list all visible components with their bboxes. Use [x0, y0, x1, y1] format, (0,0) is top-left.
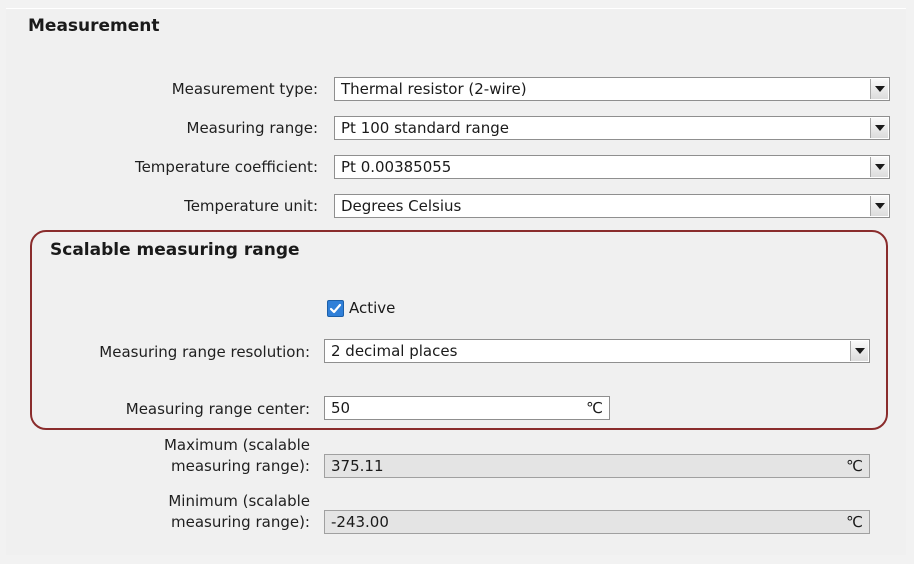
scalable-range-title: Scalable measuring range [50, 240, 300, 260]
temperature-coefficient-label: Temperature coefficient: [134, 158, 318, 176]
temperature-unit-dropdown[interactable]: Degrees Celsius [334, 194, 890, 218]
measuring-range-resolution-value: 2 decimal places [331, 342, 458, 360]
section-title: Measurement [28, 16, 160, 36]
measuring-range-resolution-label: Measuring range resolution: [99, 343, 310, 361]
measuring-range-center-input[interactable]: 50 ℃ [324, 396, 610, 420]
temperature-unit-value: Degrees Celsius [341, 197, 462, 215]
chevron-down-icon [875, 125, 885, 131]
chevron-down-icon [875, 203, 885, 209]
measuring-range-dropdown-button[interactable] [870, 118, 888, 138]
measurement-type-label: Measurement type: [171, 80, 318, 98]
minimum-value: -243.00 [331, 513, 389, 531]
chevron-down-icon [855, 348, 865, 354]
measuring-range-label: Measuring range: [186, 119, 318, 137]
temperature-coefficient-dropdown[interactable]: Pt 0.00385055 [334, 155, 890, 179]
maximum-value: 375.11 [331, 457, 384, 475]
measurement-type-value: Thermal resistor (2-wire) [341, 80, 527, 98]
measuring-range-value: Pt 100 standard range [341, 119, 510, 137]
temperature-coefficient-dropdown-button[interactable] [870, 157, 888, 177]
temperature-unit-label: Temperature unit: [184, 197, 318, 215]
minimum-readonly-field: -243.00 ℃ [324, 510, 870, 534]
chevron-down-icon [875, 86, 885, 92]
minimum-label-line1: Minimum (scalable [168, 492, 310, 510]
maximum-readonly-field: 375.11 ℃ [324, 454, 870, 478]
measuring-range-dropdown[interactable]: Pt 100 standard range [334, 116, 890, 140]
measurement-type-dropdown[interactable]: Thermal resistor (2-wire) [334, 77, 890, 101]
measuring-range-center-unit: ℃ [586, 399, 603, 417]
maximum-label-line1: Maximum (scalable [163, 436, 310, 454]
active-checkbox-label[interactable]: Active [349, 299, 395, 317]
minimum-label-line2: measuring range): [170, 513, 310, 531]
minimum-unit: ℃ [846, 513, 863, 531]
maximum-unit: ℃ [846, 457, 863, 475]
active-checkbox[interactable] [327, 300, 344, 317]
measuring-range-center-label: Measuring range center: [125, 400, 310, 418]
chevron-down-icon [875, 164, 885, 170]
checkmark-icon [329, 303, 342, 314]
measuring-range-resolution-dropdown[interactable]: 2 decimal places [324, 339, 870, 363]
measurement-type-dropdown-button[interactable] [870, 79, 888, 99]
temperature-coefficient-value: Pt 0.00385055 [341, 158, 452, 176]
measuring-range-resolution-dropdown-button[interactable] [850, 341, 868, 361]
measuring-range-center-value: 50 [331, 399, 351, 417]
temperature-unit-dropdown-button[interactable] [870, 196, 888, 216]
maximum-label-line2: measuring range): [170, 457, 310, 475]
